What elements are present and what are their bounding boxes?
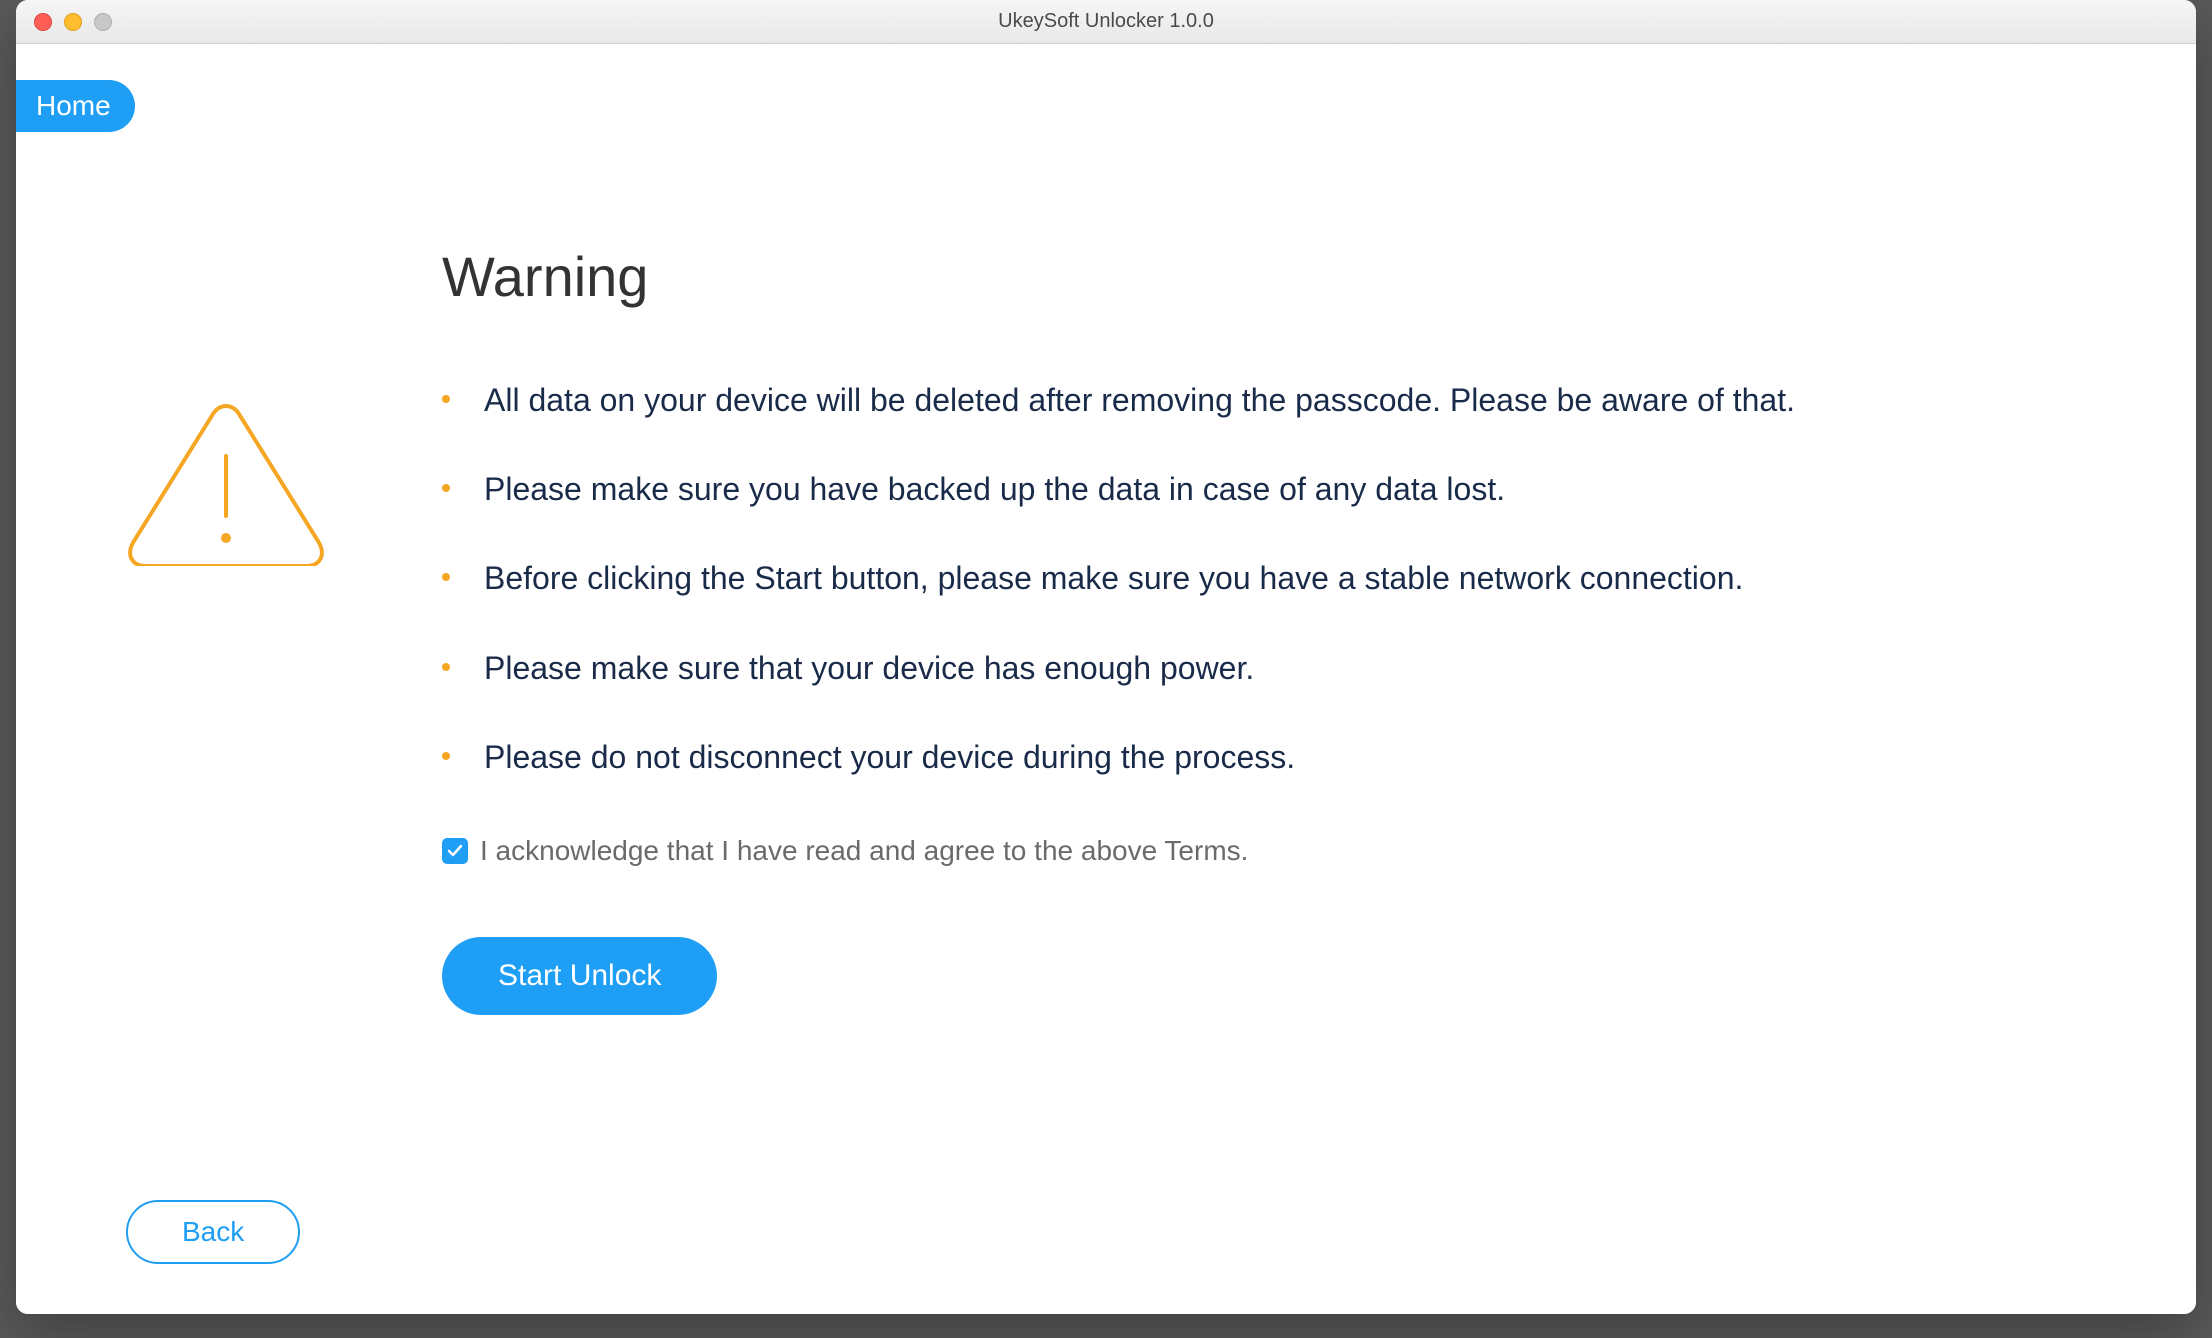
main-panel: Warning All data on your device will be … bbox=[442, 244, 2116, 1015]
app-window: UkeySoft Unlocker 1.0.0 Home Warning All… bbox=[16, 0, 2196, 1314]
close-window-button[interactable] bbox=[34, 13, 52, 31]
list-item: All data on your device will be deleted … bbox=[442, 379, 2116, 422]
list-item: Please make sure that your device has en… bbox=[442, 647, 2116, 690]
acknowledge-row: I acknowledge that I have read and agree… bbox=[442, 835, 2116, 867]
acknowledge-label: I acknowledge that I have read and agree… bbox=[480, 835, 1248, 867]
list-item: Before clicking the Start button, please… bbox=[442, 557, 2116, 600]
minimize-window-button[interactable] bbox=[64, 13, 82, 31]
list-item: Please do not disconnect your device dur… bbox=[442, 736, 2116, 779]
list-item: Please make sure you have backed up the … bbox=[442, 468, 2116, 511]
maximize-window-button[interactable] bbox=[94, 13, 112, 31]
window-controls bbox=[16, 13, 112, 31]
window-title: UkeySoft Unlocker 1.0.0 bbox=[16, 10, 2196, 33]
home-tab[interactable]: Home bbox=[16, 80, 135, 132]
warning-list: All data on your device will be deleted … bbox=[442, 379, 2116, 779]
content-area: Home Warning All data on your device wil… bbox=[16, 44, 2196, 1314]
start-unlock-button[interactable]: Start Unlock bbox=[442, 937, 717, 1015]
checkmark-icon bbox=[447, 843, 463, 859]
warning-triangle-icon bbox=[126, 396, 326, 566]
titlebar: UkeySoft Unlocker 1.0.0 bbox=[16, 0, 2196, 44]
page-title: Warning bbox=[442, 244, 2116, 309]
back-button[interactable]: Back bbox=[126, 1200, 300, 1264]
acknowledge-checkbox[interactable] bbox=[442, 838, 468, 864]
